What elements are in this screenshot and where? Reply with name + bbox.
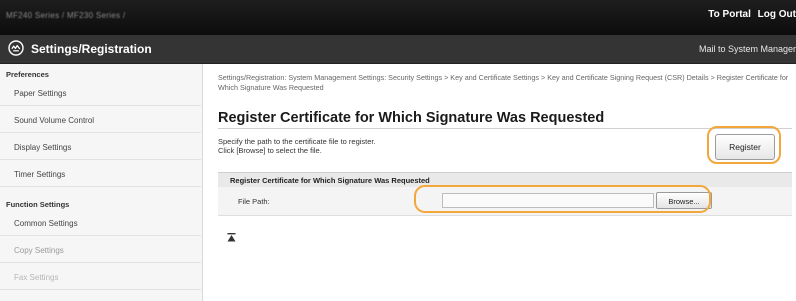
file-path-row: File Path: Browse... xyxy=(218,187,792,216)
header-title: Settings/Registration xyxy=(31,42,152,56)
to-portal-link[interactable]: To Portal xyxy=(708,9,751,20)
description-line: Click [Browse] to select the file. xyxy=(218,146,322,155)
sidebar-item-label: Common Settings xyxy=(14,219,78,228)
page-header: Settings/Registration Mail to System Man… xyxy=(0,35,796,64)
sidebar-item-display-settings[interactable]: Display Settings xyxy=(0,134,201,160)
register-button[interactable]: Register xyxy=(715,134,775,160)
section-title: Register Certificate for Which Signature… xyxy=(230,176,430,185)
settings-logo-icon xyxy=(8,40,24,56)
page-description: Specify the path to the certificate file… xyxy=(218,137,376,155)
sidebar-item-fax-settings[interactable]: Fax Settings xyxy=(0,264,201,290)
sidebar-item-copy-settings[interactable]: Copy Settings xyxy=(0,237,201,263)
file-path-input[interactable] xyxy=(442,193,654,208)
page-title: Register Certificate for Which Signature… xyxy=(218,110,605,126)
title-divider xyxy=(218,128,792,129)
log-out-link[interactable]: Log Out xyxy=(758,9,796,20)
sidebar-section-preferences: Preferences xyxy=(6,70,49,79)
page-top-icon[interactable] xyxy=(227,229,236,247)
sidebar-item-common-settings[interactable]: Common Settings xyxy=(0,210,201,236)
sidebar-item-label: Fax Settings xyxy=(14,273,59,282)
breadcrumb: Settings/Registration: System Management… xyxy=(218,73,789,92)
model-name: MF240 Series / MF230 Series / xyxy=(6,11,126,20)
sidebar-item-timer-settings[interactable]: Timer Settings xyxy=(0,161,201,187)
browse-button[interactable]: Browse... xyxy=(656,192,712,209)
description-line: Specify the path to the certificate file… xyxy=(218,137,376,146)
sidebar-section-function-settings: Function Settings xyxy=(6,200,70,209)
section-header: Register Certificate for Which Signature… xyxy=(218,172,792,187)
top-bar: MF240 Series / MF230 Series / To Portal … xyxy=(0,0,796,35)
sidebar-item-label: Copy Settings xyxy=(14,246,64,255)
mail-to-system-manager-link[interactable]: Mail to System Manager xyxy=(699,44,796,54)
sidebar-item-label: Timer Settings xyxy=(14,170,66,179)
sidebar-item-label: Display Settings xyxy=(14,143,72,152)
top-links: To Portal Log Out xyxy=(704,9,796,20)
sidebar-item-label: Paper Settings xyxy=(14,89,67,98)
sidebar-item-sound-volume-control[interactable]: Sound Volume Control xyxy=(0,107,201,133)
file-path-label: File Path: xyxy=(238,197,270,206)
sidebar: Preferences Paper Settings Sound Volume … xyxy=(0,64,203,301)
sidebar-item-paper-settings[interactable]: Paper Settings xyxy=(0,80,201,106)
sidebar-item-label: Sound Volume Control xyxy=(14,116,95,125)
main-content: Settings/Registration: System Management… xyxy=(202,64,796,301)
